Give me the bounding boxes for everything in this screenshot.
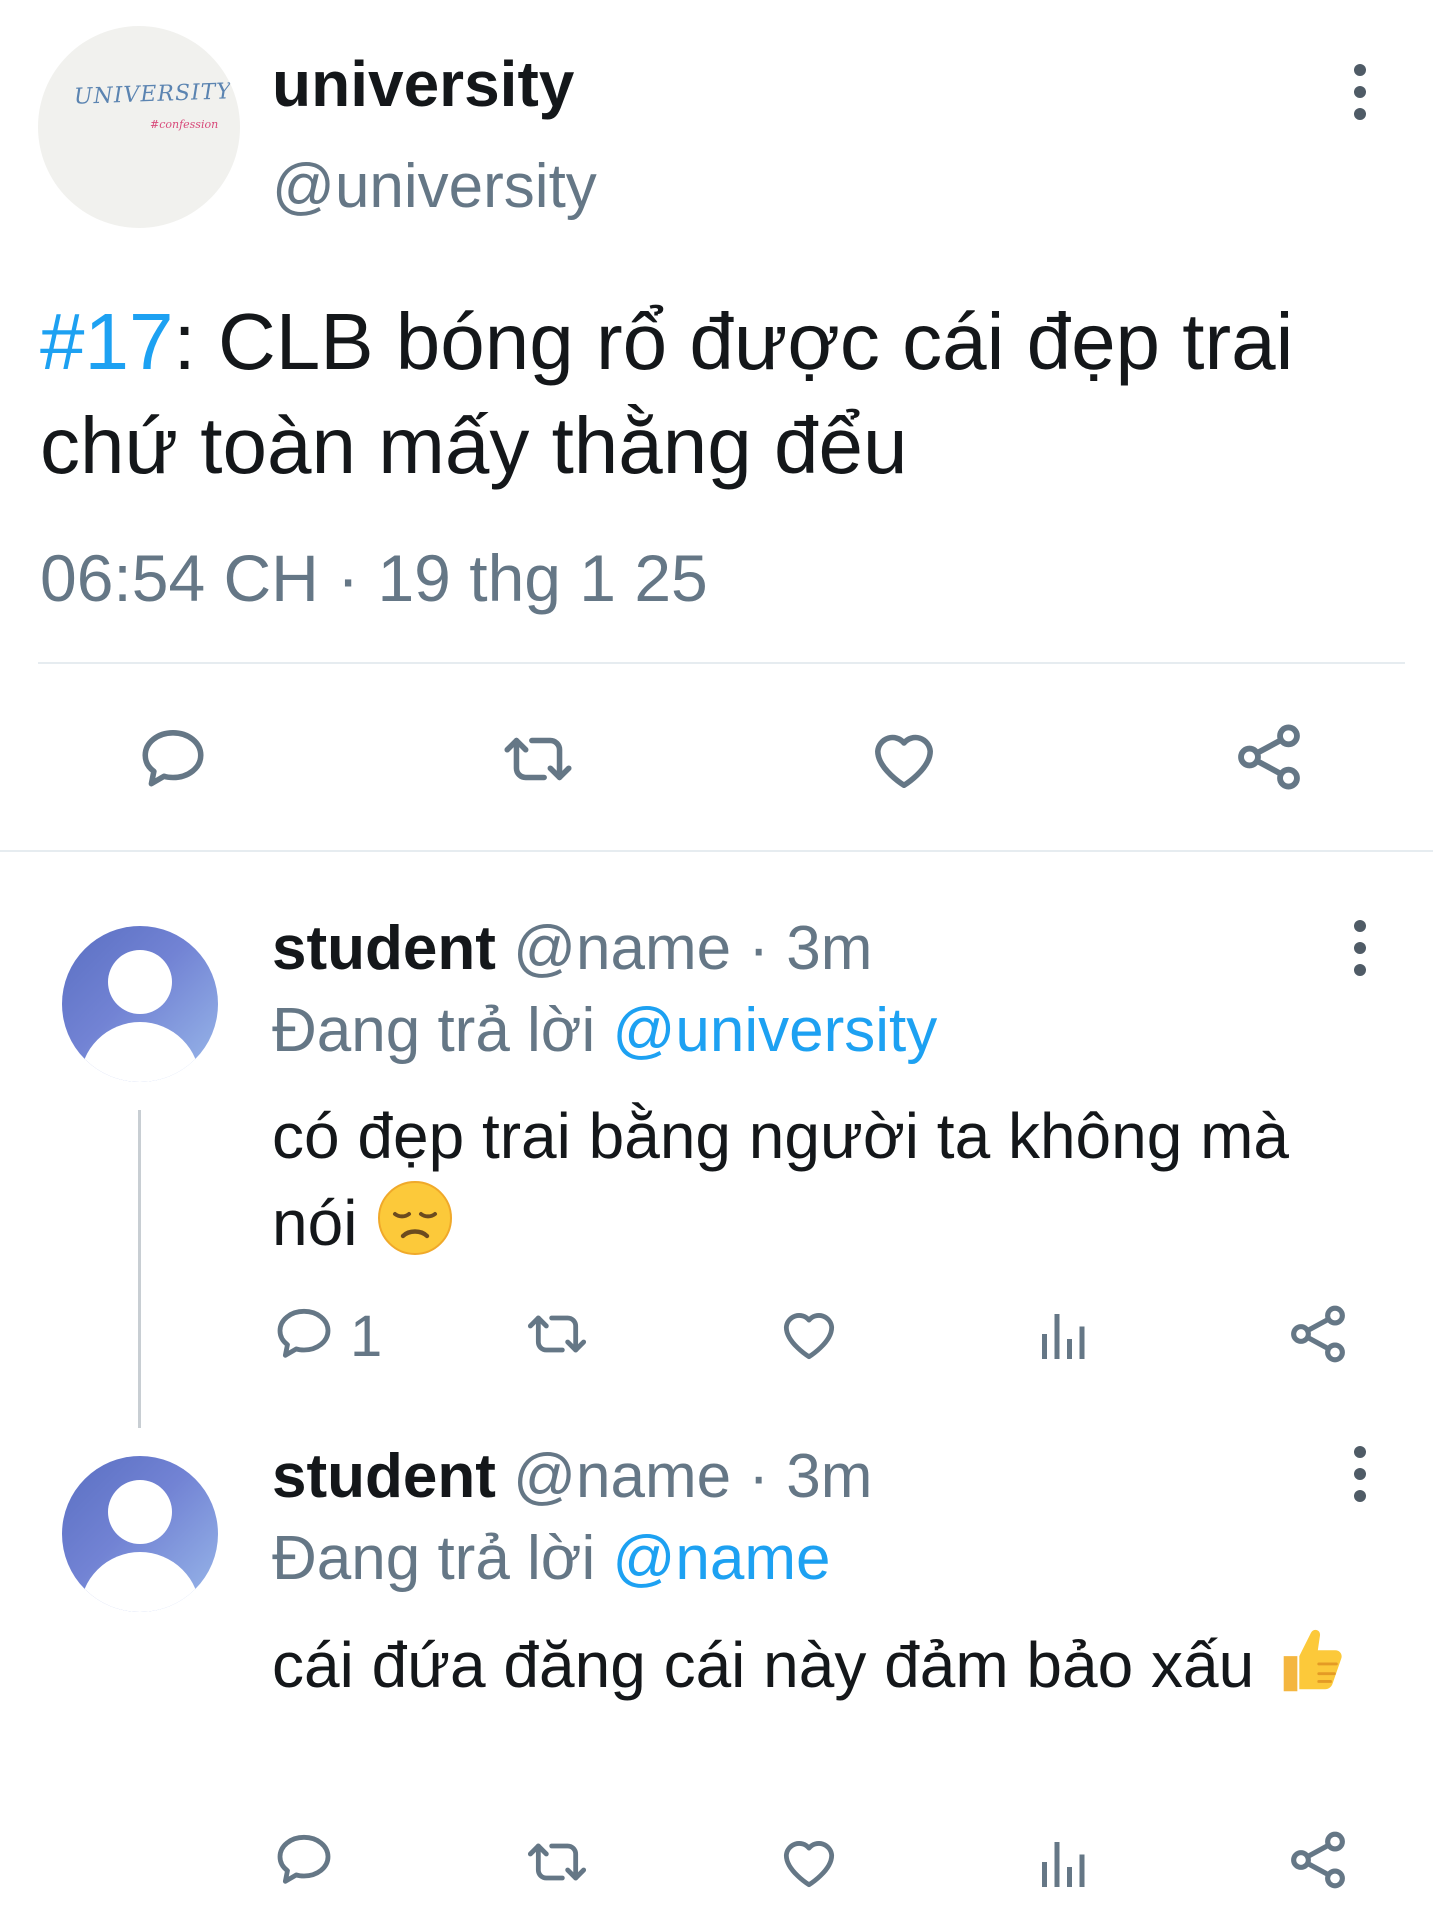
separator-dot: · (748, 914, 770, 983)
reply-text: cái đứa đăng cái này đảm bảo xấu (272, 1620, 1392, 1720)
heart-icon[interactable] (776, 1302, 842, 1366)
student-avatar[interactable] (62, 1456, 218, 1612)
divider (0, 850, 1433, 852)
retweet-icon[interactable] (498, 722, 578, 796)
replying-to-prefix: Đang trả lời (272, 1524, 596, 1593)
reply-body: cái đứa đăng cái này đảm bảo xấu (272, 1628, 1255, 1701)
share-icon[interactable] (1230, 718, 1308, 796)
reply-time[interactable]: 3m (786, 914, 872, 983)
reply-header: student @name · 3m (272, 1446, 872, 1508)
heart-icon[interactable] (866, 722, 942, 796)
heart-icon[interactable] (776, 1830, 842, 1894)
reply-icon[interactable] (272, 1828, 336, 1892)
reply-time[interactable]: 3m (786, 1442, 872, 1511)
student-avatar[interactable] (62, 926, 218, 1082)
thread-connector-line (138, 1110, 141, 1428)
reply-author-handle[interactable]: @name (513, 914, 731, 983)
university-avatar[interactable]: UNIVERSITY #confession (38, 26, 240, 228)
analytics-icon[interactable] (1034, 1832, 1090, 1892)
reply-icon[interactable] (136, 722, 210, 796)
more-vertical-icon[interactable] (1338, 908, 1382, 988)
disappointed-face-icon (375, 1178, 455, 1278)
reply-author-handle[interactable]: @name (513, 1442, 731, 1511)
more-vertical-icon[interactable] (1338, 52, 1382, 132)
mention-link[interactable]: @university (612, 996, 937, 1065)
replying-to: Đang trả lời @university (272, 1000, 937, 1062)
analytics-icon[interactable] (1034, 1304, 1090, 1364)
reply-header: student @name · 3m (272, 918, 872, 980)
reply-text: có đẹp trai bằng người ta không mà nói (272, 1094, 1392, 1278)
more-vertical-icon[interactable] (1338, 1434, 1382, 1514)
tweet-author-handle[interactable]: @university (272, 156, 597, 218)
reply-author-name[interactable]: student (272, 1442, 496, 1511)
reply-icon[interactable] (272, 1302, 336, 1366)
tweet-thread-page: UNIVERSITY #confession university @unive… (0, 0, 1433, 1920)
thumbs-up-icon (1272, 1620, 1350, 1720)
reply-author-name[interactable]: student (272, 914, 496, 983)
replying-to: Đang trả lời @name (272, 1528, 831, 1590)
avatar-logo-text: UNIVERSITY (73, 79, 233, 110)
tweet-timestamp[interactable]: 06:54 CH · 19 thg 1 25 (40, 545, 708, 611)
tweet-author-name[interactable]: university (272, 52, 574, 116)
avatar-logo-subtext: #confession (150, 118, 219, 131)
share-icon[interactable] (1284, 1300, 1352, 1368)
replying-to-prefix: Đang trả lời (272, 996, 596, 1065)
reply-count: 1 (350, 1304, 383, 1369)
share-icon[interactable] (1284, 1826, 1352, 1894)
divider (38, 662, 1405, 664)
hashtag-link[interactable]: #17 (40, 297, 173, 386)
mention-link[interactable]: @name (612, 1524, 830, 1593)
retweet-icon[interactable] (522, 1830, 592, 1894)
tweet-body: : CLB bóng rổ được cái đẹp trai chứ toàn… (40, 297, 1294, 490)
separator-dot: · (748, 1442, 770, 1511)
tweet-text: #17: CLB bóng rổ được cái đẹp trai chứ t… (40, 290, 1400, 498)
retweet-icon[interactable] (522, 1302, 592, 1366)
